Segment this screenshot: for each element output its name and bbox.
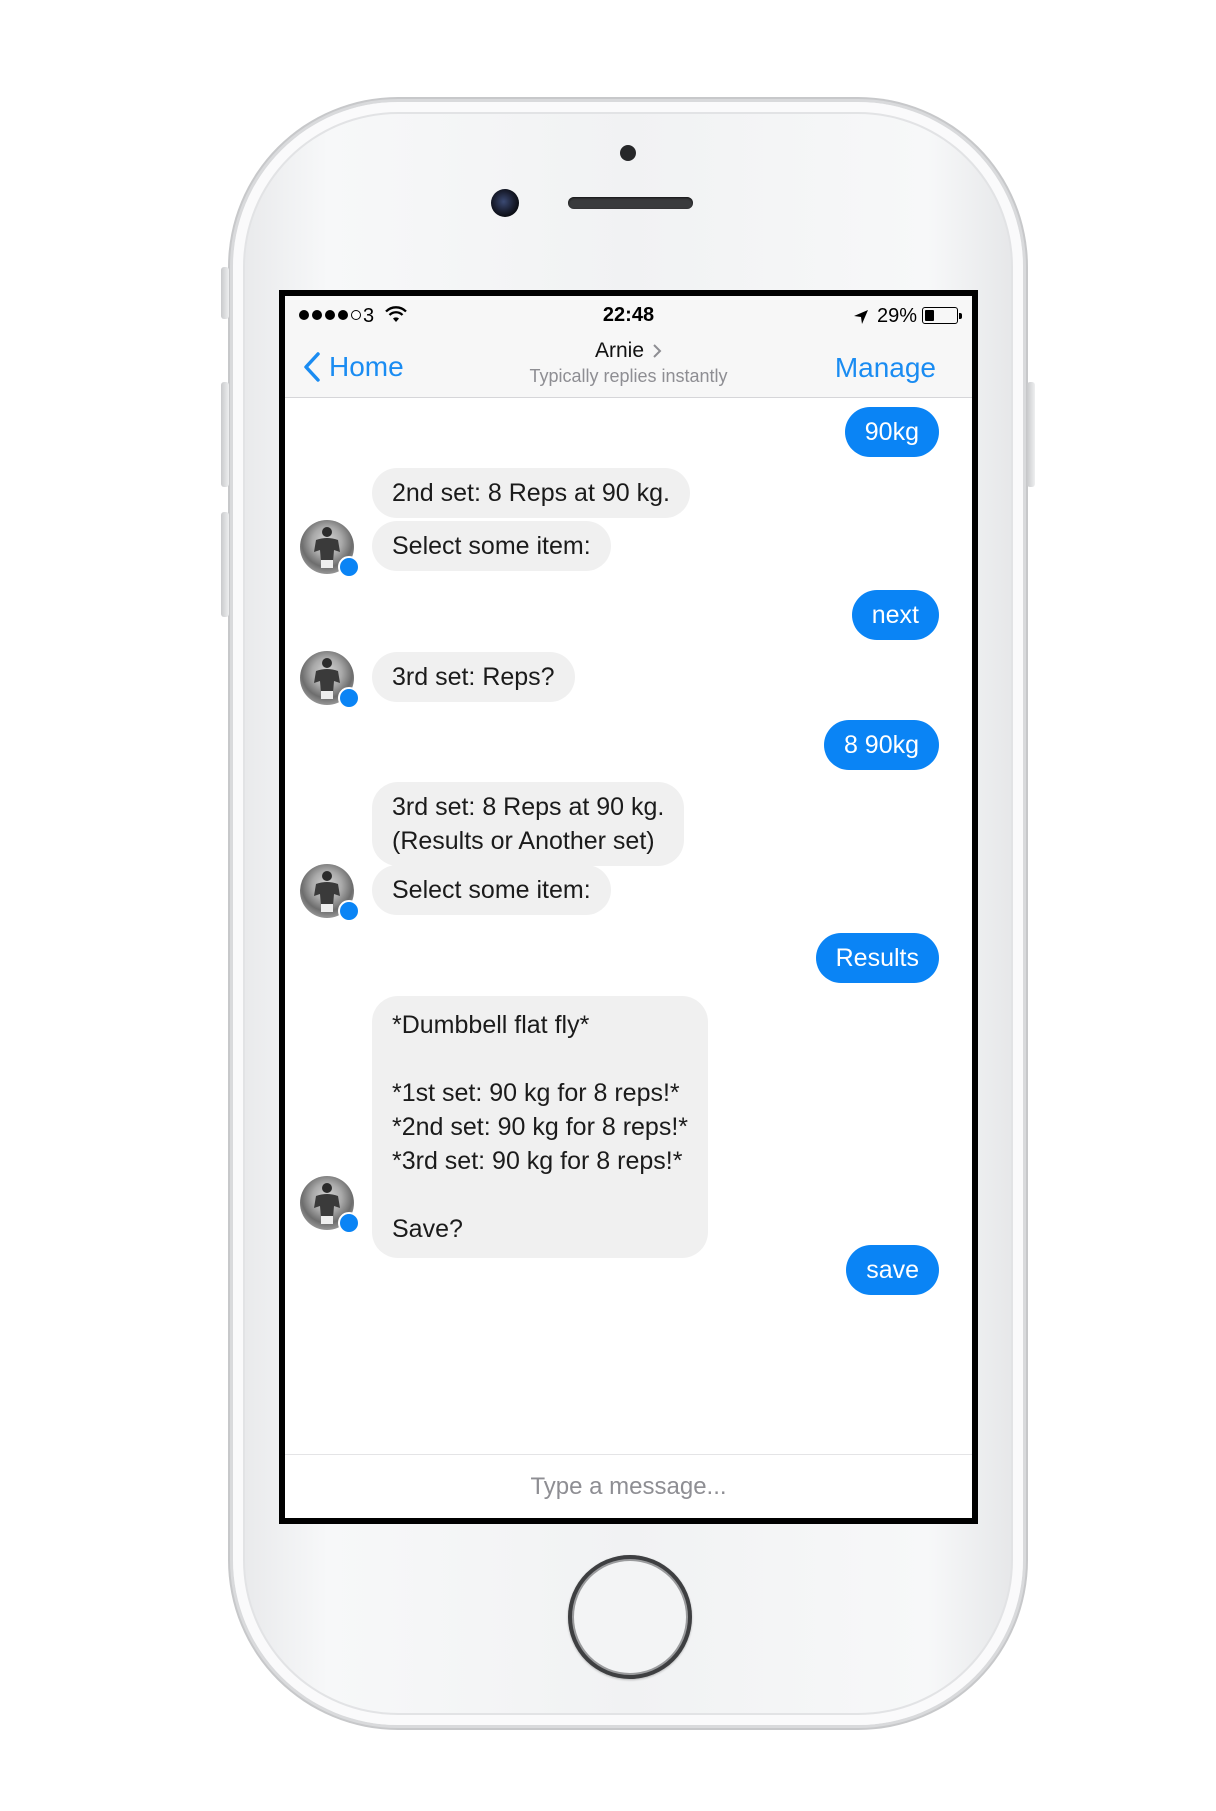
manage-button[interactable]: Manage — [835, 352, 936, 384]
bot-avatar[interactable] — [300, 520, 360, 578]
home-button[interactable] — [568, 1555, 692, 1679]
bot-avatar[interactable] — [300, 1176, 360, 1234]
messenger-badge-icon — [338, 900, 360, 922]
message-bubble-incoming[interactable]: Select some item: — [372, 521, 611, 571]
contact-name: Arnie — [594, 339, 645, 362]
proximity-sensor — [620, 145, 636, 161]
chevron-right-icon — [653, 344, 662, 358]
conversation-header: Home Arnie Typically replies instantly M… — [285, 336, 972, 398]
location-arrow-icon — [853, 308, 869, 331]
battery-level-fill — [925, 310, 934, 321]
bot-avatar[interactable] — [300, 651, 360, 709]
bot-avatar[interactable] — [300, 864, 360, 922]
messenger-badge-icon — [338, 556, 360, 578]
power-button — [1027, 382, 1035, 487]
battery-tip — [959, 313, 962, 319]
message-bubble-incoming[interactable]: Select some item: — [372, 865, 611, 915]
messenger-app: 3 22:48 29% Home Arnie Typically replies… — [285, 296, 972, 1518]
battery-icon — [922, 307, 958, 324]
status-bar: 3 22:48 29% — [285, 296, 972, 336]
message-bubble-incoming: *Dumbbell flat fly* *1st set: 90 kg for … — [372, 996, 709, 1258]
front-camera — [491, 189, 519, 217]
volume-up-button — [221, 382, 229, 487]
phone-screen: 3 22:48 29% Home Arnie Typically replies… — [279, 290, 978, 1524]
message-bubble-outgoing: save — [846, 1245, 939, 1295]
battery-percentage: 29% — [877, 305, 918, 327]
message-thread[interactable]: 90kg 2nd set: 8 Reps at 90 kg. Select so… — [285, 399, 972, 1402]
message-input[interactable] — [285, 1455, 972, 1518]
messenger-badge-icon — [338, 687, 360, 709]
messenger-badge-icon — [338, 1212, 360, 1234]
message-bubble-outgoing: next — [851, 590, 939, 640]
message-bubble-outgoing: 90kg — [844, 407, 939, 457]
message-bubble-incoming: 2nd set: 8 Reps at 90 kg. — [372, 468, 690, 518]
message-bubble-incoming: 3rd set: 8 Reps at 90 kg. (Results or An… — [372, 782, 685, 866]
message-composer — [285, 1454, 972, 1518]
mute-switch — [221, 267, 229, 319]
message-bubble-incoming: 3rd set: Reps? — [372, 652, 575, 702]
volume-down-button — [221, 512, 229, 617]
message-bubble-outgoing: 8 90kg — [823, 720, 939, 770]
earpiece-speaker — [568, 197, 693, 209]
message-bubble-outgoing: Results — [815, 933, 939, 983]
